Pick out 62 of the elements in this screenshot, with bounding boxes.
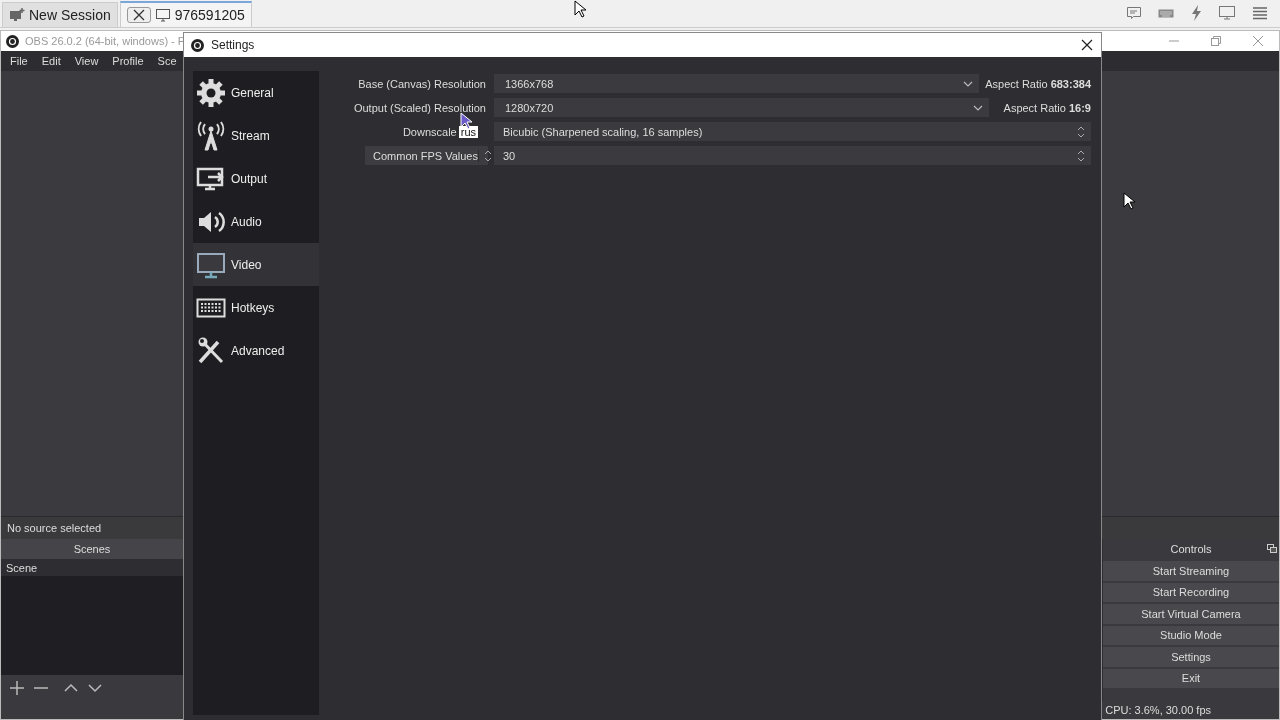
chat-icon[interactable] (1126, 5, 1142, 21)
keyboard-icon[interactable] (1158, 7, 1174, 19)
aspect-ratio-text: Aspect Ratio 683:384 (985, 77, 1091, 90)
undock-icon[interactable] (1267, 544, 1277, 554)
cursor-icon (460, 112, 472, 130)
chevron-down-icon (963, 79, 974, 88)
close-icon[interactable] (126, 7, 151, 23)
chevron-down-icon (973, 103, 983, 112)
control-button[interactable]: Start Recording (1103, 582, 1279, 602)
gear-icon (196, 77, 226, 108)
control-button[interactable]: Exit (1103, 668, 1279, 688)
sidebar-item[interactable]: Output (193, 157, 319, 200)
language-badge: rus (458, 125, 478, 138)
app-logo-icon (191, 38, 204, 52)
spinner-icon (1077, 125, 1085, 138)
spin-field[interactable]: 30 (494, 146, 1091, 165)
menu-item[interactable]: Sce (157, 55, 177, 67)
field-label: Base (Canvas) Resolution (358, 77, 486, 90)
field-label: Output (Scaled) Resolution (353, 101, 486, 114)
status-text: CPU: 3.6%, 30.00 fps (1105, 704, 1211, 716)
close-icon[interactable] (1081, 39, 1093, 51)
control-button[interactable]: Settings (1103, 647, 1279, 667)
cursor-icon (574, 0, 586, 18)
source-status: No source selected (7, 522, 102, 534)
control-button[interactable]: Start Streaming (1103, 561, 1279, 581)
sidebar-item[interactable]: Hotkeys (193, 286, 319, 329)
monitor-plus-icon (9, 8, 25, 22)
aspect-ratio-text: Aspect Ratio 16:9 (1002, 101, 1091, 114)
tools-icon (196, 335, 226, 366)
resolution-dropdown[interactable]: 1280x720 (494, 98, 989, 117)
cursor-icon (1123, 192, 1135, 210)
spinner-icon (483, 149, 492, 162)
add-icon[interactable] (9, 680, 25, 696)
field-label: Downscale (402, 125, 457, 138)
antenna-icon (196, 120, 226, 151)
lightning-icon[interactable] (1190, 5, 1202, 21)
preset-dropdown[interactable]: Common FPS Values (365, 146, 488, 165)
menu-icon[interactable] (1252, 6, 1268, 20)
menu-item[interactable]: View (74, 55, 99, 67)
menu-item[interactable]: Profile (112, 55, 144, 67)
menu-item[interactable]: File (10, 55, 28, 67)
restore-icon[interactable] (1210, 35, 1222, 47)
dock-header: Scenes (1, 539, 183, 559)
control-button[interactable]: Studio Mode (1103, 625, 1279, 645)
session-tab[interactable]: 976591205 (119, 1, 252, 27)
sidebar-item[interactable]: Advanced (193, 329, 319, 372)
monitor-icon[interactable] (1218, 5, 1236, 21)
dock-header: Controls (1170, 543, 1212, 555)
scene-item[interactable]: Scene (1, 559, 183, 576)
sidebar-item[interactable]: Video (193, 243, 319, 286)
spinner-icon (1077, 149, 1085, 162)
app-logo-icon (6, 34, 19, 48)
sidebar-item[interactable]: Stream (193, 114, 319, 157)
monitor-icon (154, 8, 171, 22)
menu-item[interactable]: Edit (41, 55, 61, 67)
resolution-dropdown[interactable]: 1366x768 (494, 74, 980, 93)
session-tab[interactable]: New Session (2, 2, 118, 27)
sidebar-item[interactable]: Audio (193, 200, 319, 243)
sidebar-item[interactable]: General (193, 71, 319, 114)
control-button[interactable]: Start Virtual Camera (1103, 604, 1279, 624)
dialog-title: Settings (211, 38, 255, 52)
spin-field[interactable]: Bicubic (Sharpened scaling, 16 samples) (494, 122, 1091, 141)
